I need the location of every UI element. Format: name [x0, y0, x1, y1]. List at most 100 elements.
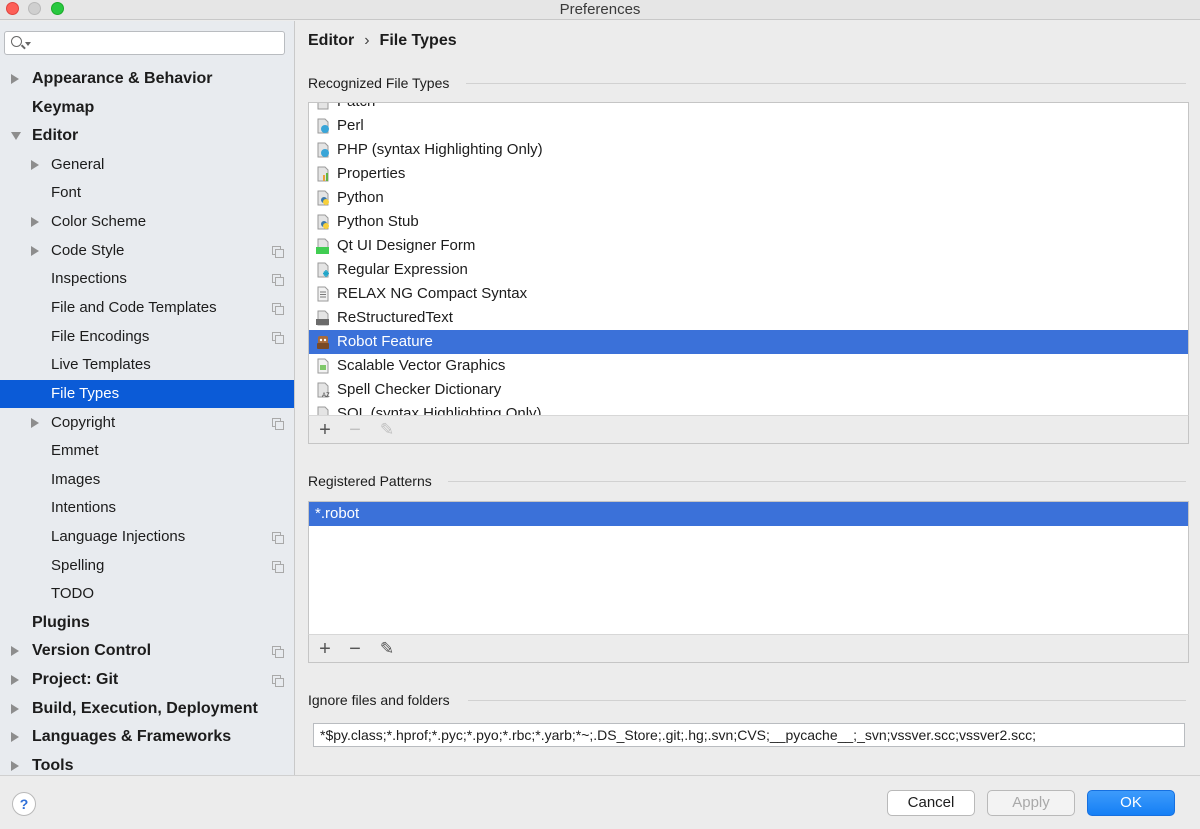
breadcrumb-separator: ›	[364, 32, 370, 49]
collapse-arrow-icon[interactable]	[11, 132, 21, 140]
expand-arrow-icon[interactable]	[11, 675, 19, 685]
sidebar-item-spelling[interactable]: Spelling	[0, 552, 294, 580]
list-item[interactable]: Python	[309, 186, 1188, 210]
edit-pattern-button[interactable]: ✎	[377, 639, 397, 659]
project-settings-icon	[272, 332, 284, 344]
perl-file-icon	[317, 118, 329, 134]
sidebar-item-color-scheme[interactable]: Color Scheme	[0, 208, 294, 236]
svg-text:AZ: AZ	[322, 393, 330, 398]
ignore-files-input[interactable]: *$py.class;*.hprof;*.pyc;*.pyo;*.rbc;*.y…	[313, 723, 1185, 747]
sidebar-item-tools[interactable]: Tools	[0, 752, 294, 775]
python-stub-file-icon	[317, 214, 329, 230]
sidebar-item-build-execution-deployment[interactable]: Build, Execution, Deployment	[0, 695, 294, 723]
robot-file-icon	[317, 336, 329, 349]
sidebar-item-languages-frameworks[interactable]: Languages & Frameworks	[0, 723, 294, 751]
section-divider	[466, 83, 1186, 84]
add-pattern-button[interactable]: +	[315, 639, 335, 659]
expand-arrow-icon[interactable]	[31, 246, 39, 256]
list-item[interactable]: Python Stub	[309, 210, 1188, 234]
expand-arrow-icon[interactable]	[11, 646, 19, 656]
file-types-toolbar: + − ✎	[308, 415, 1189, 444]
title-bar: Preferences	[0, 0, 1200, 20]
project-settings-icon	[272, 303, 284, 315]
list-item[interactable]: PHP (syntax Highlighting Only)	[309, 138, 1188, 162]
sidebar-item-editor[interactable]: Editor	[0, 122, 294, 150]
sidebar-item-file-encodings[interactable]: File Encodings	[0, 323, 294, 351]
list-item[interactable]: SQL (syntax Highlighting Only)	[309, 402, 1188, 415]
breadcrumb-current: File Types	[379, 32, 457, 49]
expand-arrow-icon[interactable]	[11, 732, 19, 742]
sidebar-item-emmet[interactable]: Emmet	[0, 437, 294, 465]
expand-arrow-icon[interactable]	[11, 704, 19, 714]
qt-file-icon	[316, 238, 329, 254]
list-item-selected[interactable]: Robot Feature	[309, 330, 1188, 354]
sidebar-item-live-templates[interactable]: Live Templates	[0, 351, 294, 379]
breadcrumb-parent: Editor	[308, 32, 355, 49]
project-settings-icon	[272, 675, 284, 687]
expand-arrow-icon[interactable]	[31, 160, 39, 170]
sidebar-item-intentions[interactable]: Intentions	[0, 494, 294, 522]
text-file-icon	[317, 286, 329, 302]
list-item[interactable]: Perl	[309, 114, 1188, 138]
project-settings-icon	[272, 532, 284, 544]
sidebar-item-appearance-behavior[interactable]: Appearance & Behavior	[0, 65, 294, 93]
settings-search-input[interactable]	[4, 31, 285, 55]
breadcrumb: Editor › File Types	[308, 32, 457, 50]
list-item[interactable]: Patch	[309, 103, 1188, 114]
sidebar-item-file-types[interactable]: File Types	[0, 380, 294, 408]
list-item[interactable]: RELAX NG Compact Syntax	[309, 282, 1188, 306]
sidebar-item-keymap[interactable]: Keymap	[0, 94, 294, 122]
recognized-file-types-heading: Recognized File Types	[308, 75, 450, 91]
sidebar-item-inspections[interactable]: Inspections	[0, 265, 294, 293]
sidebar-item-project-git[interactable]: Project: Git	[0, 666, 294, 694]
project-settings-icon	[272, 561, 284, 573]
window-title: Preferences	[559, 1, 641, 18]
file-types-settings-panel: Editor › File Types Recognized File Types …	[296, 21, 1200, 775]
sidebar-item-version-control[interactable]: Version Control	[0, 637, 294, 665]
list-item[interactable]: AZ Spell Checker Dictionary	[309, 378, 1188, 402]
regex-file-icon	[317, 262, 329, 278]
ok-button[interactable]: OK	[1087, 790, 1175, 816]
section-divider	[468, 700, 1186, 701]
patterns-toolbar: + − ✎	[308, 634, 1189, 663]
expand-arrow-icon[interactable]	[31, 217, 39, 227]
remove-pattern-button[interactable]: −	[345, 639, 365, 659]
php-file-icon	[317, 142, 329, 158]
dialog-footer: ? Cancel Apply OK	[0, 775, 1200, 829]
search-options-dropdown-icon[interactable]	[25, 42, 31, 46]
list-item[interactable]: Properties	[309, 162, 1188, 186]
sidebar-item-code-style[interactable]: Code Style	[0, 237, 294, 265]
registered-patterns-heading: Registered Patterns	[308, 473, 432, 489]
sidebar-item-plugins[interactable]: Plugins	[0, 609, 294, 637]
sidebar-item-language-injections[interactable]: Language Injections	[0, 523, 294, 551]
project-settings-icon	[272, 418, 284, 430]
expand-arrow-icon[interactable]	[31, 418, 39, 428]
patch-file-icon	[317, 103, 329, 110]
apply-button[interactable]: Apply	[987, 790, 1075, 816]
project-settings-icon	[272, 246, 284, 258]
sidebar-item-general[interactable]: General	[0, 151, 294, 179]
pattern-item-selected[interactable]: *.robot	[309, 502, 1188, 526]
sidebar-item-font[interactable]: Font	[0, 179, 294, 207]
list-item[interactable]: Qt UI Designer Form	[309, 234, 1188, 258]
settings-sidebar: Appearance & Behavior Keymap Editor Gene…	[0, 21, 295, 775]
edit-file-type-button[interactable]: ✎	[377, 420, 397, 440]
list-item[interactable]: Scalable Vector Graphics	[309, 354, 1188, 378]
rst-file-icon	[316, 310, 329, 326]
help-button[interactable]: ?	[12, 792, 36, 816]
sidebar-item-file-and-code-templates[interactable]: File and Code Templates	[0, 294, 294, 322]
recognized-file-types-list[interactable]: Patch Perl PHP (syntax Highlighting Only…	[308, 102, 1189, 416]
cancel-button[interactable]: Cancel	[887, 790, 975, 816]
add-file-type-button[interactable]: +	[315, 420, 335, 440]
sidebar-item-images[interactable]: Images	[0, 466, 294, 494]
sidebar-item-copyright[interactable]: Copyright	[0, 409, 294, 437]
expand-arrow-icon[interactable]	[11, 74, 19, 84]
project-settings-icon	[272, 274, 284, 286]
list-item[interactable]: Regular Expression	[309, 258, 1188, 282]
sidebar-item-todo[interactable]: TODO	[0, 580, 294, 608]
remove-file-type-button[interactable]: −	[345, 420, 365, 440]
registered-patterns-list[interactable]: *.robot	[308, 501, 1189, 635]
expand-arrow-icon[interactable]	[11, 761, 19, 771]
properties-file-icon	[317, 166, 329, 182]
list-item[interactable]: ReStructuredText	[309, 306, 1188, 330]
